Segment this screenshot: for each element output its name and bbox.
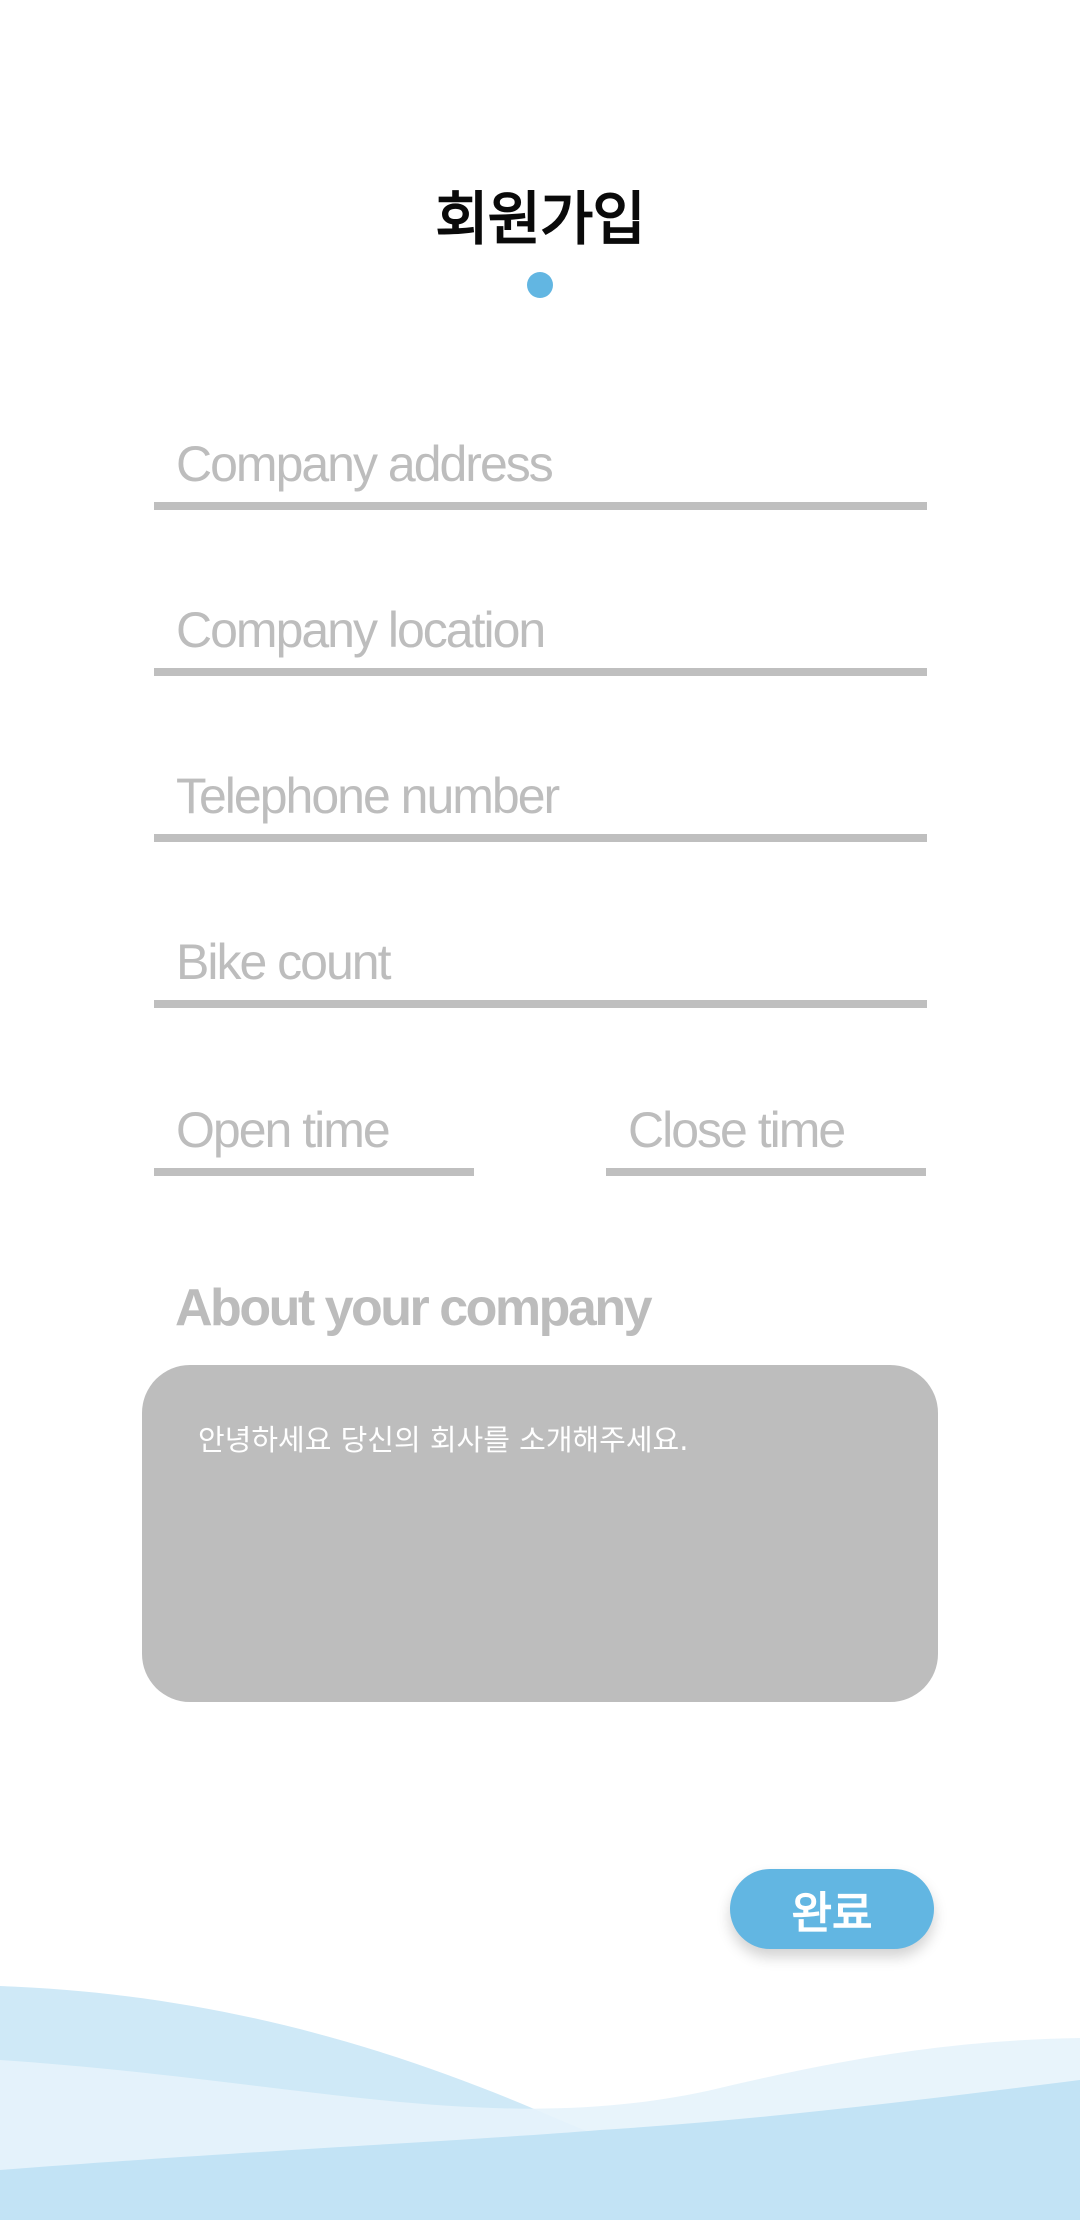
- company-location-input[interactable]: [154, 596, 927, 664]
- step-indicator-dot: [527, 272, 553, 298]
- company-address-input[interactable]: [154, 430, 927, 498]
- decorative-wave: [0, 1986, 1080, 2220]
- field-underline: [154, 668, 927, 676]
- close-time-field[interactable]: [606, 1096, 926, 1176]
- company-location-field[interactable]: [154, 596, 927, 676]
- open-time-input[interactable]: [154, 1096, 474, 1164]
- field-underline: [154, 834, 927, 842]
- field-underline: [154, 1168, 474, 1176]
- field-underline: [606, 1168, 926, 1176]
- close-time-input[interactable]: [606, 1096, 926, 1164]
- telephone-field[interactable]: [154, 762, 927, 842]
- field-underline: [154, 1000, 927, 1008]
- about-company-label: About your company: [175, 1279, 653, 1337]
- field-underline: [154, 502, 927, 510]
- page-title: 회원가입: [435, 187, 645, 252]
- open-time-field[interactable]: [154, 1096, 474, 1176]
- about-company-textarea[interactable]: [142, 1365, 938, 1702]
- bike-count-input[interactable]: [154, 928, 927, 996]
- company-address-field[interactable]: [154, 430, 927, 510]
- bike-count-field[interactable]: [154, 928, 927, 1008]
- done-button[interactable]: 완료: [730, 1869, 934, 1949]
- telephone-input[interactable]: [154, 762, 927, 830]
